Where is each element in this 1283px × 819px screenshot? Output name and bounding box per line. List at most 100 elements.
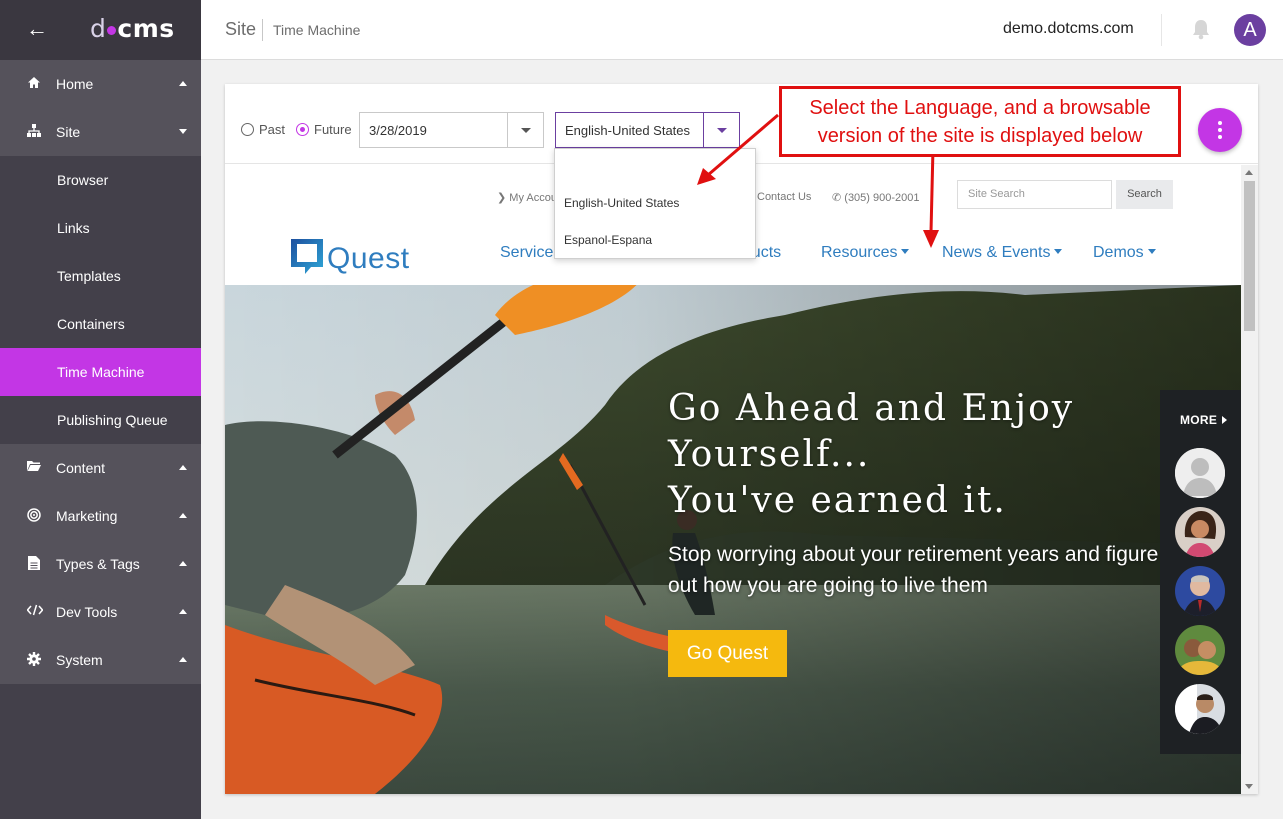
sidebar-item-containers[interactable]: Containers bbox=[0, 300, 201, 348]
site-selector[interactable]: demo.dotcms.com bbox=[1003, 20, 1134, 38]
hero-subtitle-line: Stop worrying about your retirement year… bbox=[668, 543, 1159, 566]
caret-down-icon bbox=[1147, 249, 1156, 254]
chevron-down-icon bbox=[717, 128, 727, 133]
folder-icon bbox=[27, 460, 41, 474]
hero-title: Go Ahead and Enjoy Yourself... You've ea… bbox=[668, 386, 1188, 524]
date-picker[interactable]: 3/28/2019 bbox=[359, 112, 544, 148]
sidebar-item-time-machine[interactable]: Time Machine bbox=[0, 348, 201, 396]
nav-resources[interactable]: Resources bbox=[821, 244, 910, 262]
future-label: Future bbox=[314, 122, 352, 137]
breadcrumb-section: Site bbox=[225, 19, 257, 39]
language-value: English-United States bbox=[565, 123, 691, 138]
date-dropdown-button[interactable] bbox=[507, 113, 543, 147]
past-radio[interactable] bbox=[241, 123, 254, 136]
nav-demos[interactable]: Demos bbox=[1093, 244, 1156, 262]
persona-photo bbox=[1175, 566, 1225, 616]
back-arrow-icon[interactable]: ← bbox=[26, 18, 48, 40]
sidebar-item-label: Links bbox=[57, 220, 90, 236]
user-avatar[interactable]: A bbox=[1234, 14, 1266, 46]
file-icon bbox=[27, 556, 41, 570]
quest-logo-icon bbox=[291, 239, 323, 274]
scroll-up-icon[interactable] bbox=[1245, 170, 1253, 175]
language-select[interactable]: English-United States bbox=[555, 112, 740, 148]
gear-icon bbox=[27, 652, 41, 666]
hero-title-line: Go Ahead and Enjoy bbox=[668, 388, 1075, 429]
persona-businessman[interactable] bbox=[1175, 684, 1225, 734]
chevron-down-icon bbox=[179, 129, 187, 134]
quest-logo-text: Quest bbox=[327, 242, 410, 275]
site-search-input[interactable]: Site Search bbox=[957, 180, 1112, 209]
past-label: Past bbox=[259, 122, 286, 137]
preview-scrollbar[interactable] bbox=[1241, 165, 1258, 794]
language-option-spanish[interactable]: Espanol-Espana bbox=[564, 233, 652, 247]
sidebar-item-marketing[interactable]: Marketing bbox=[0, 492, 201, 540]
annotation-line: Select the Language, and a browsable bbox=[809, 97, 1151, 119]
language-option-english[interactable]: English-United States bbox=[564, 196, 679, 210]
sidebar-item-types-tags[interactable]: Types & Tags bbox=[0, 540, 201, 588]
sidebar-item-browser[interactable]: Browser bbox=[0, 156, 201, 204]
go-quest-button[interactable]: Go Quest bbox=[668, 630, 787, 677]
dotcms-logo: d cms bbox=[90, 14, 175, 43]
sitemap-icon bbox=[27, 124, 41, 138]
phone-number: (305) 900-2001 bbox=[844, 192, 920, 204]
nav-services[interactable]: Services bbox=[500, 244, 561, 262]
sidebar-item-label: Dev Tools bbox=[56, 604, 118, 620]
phone-link[interactable]: ✆ (305) 900-2001 bbox=[832, 191, 920, 204]
contact-us-link[interactable]: Contact Us bbox=[757, 191, 811, 203]
sidebar-item-label: Templates bbox=[57, 268, 121, 284]
nav-news-events-label: News & Events bbox=[942, 244, 1051, 261]
quest-logo[interactable]: Quest bbox=[291, 239, 409, 280]
nav-resources-label: Resources bbox=[821, 244, 898, 261]
sidebar-item-system[interactable]: System bbox=[0, 636, 201, 684]
sidebar-item-links[interactable]: Links bbox=[0, 204, 201, 252]
sidebar-item-label: Time Machine bbox=[57, 364, 145, 380]
sidebar-item-publishing-queue[interactable]: Publishing Queue bbox=[0, 396, 201, 444]
site-preview: ❯ My Accou Contact Us ✆ (305) 900-2001 S… bbox=[225, 165, 1258, 794]
toolbar-divider bbox=[1161, 14, 1162, 46]
my-account-label: My Accou bbox=[509, 192, 557, 204]
bell-icon[interactable] bbox=[1191, 18, 1211, 40]
sidebar-item-label: Types & Tags bbox=[56, 556, 140, 572]
chevron-up-icon bbox=[179, 465, 187, 470]
persona-man-suit[interactable] bbox=[1175, 566, 1225, 616]
sidebar-item-label: System bbox=[56, 652, 103, 668]
sidebar-item-label: Site bbox=[56, 124, 81, 140]
code-icon bbox=[26, 604, 44, 618]
breadcrumb-divider bbox=[262, 19, 263, 41]
sidebar-item-dev-tools[interactable]: Dev Tools bbox=[0, 588, 201, 636]
actions-menu-button[interactable] bbox=[1198, 108, 1242, 152]
persona-couple[interactable] bbox=[1175, 625, 1225, 675]
phone-icon: ✆ bbox=[832, 192, 842, 204]
chevron-up-icon bbox=[179, 561, 187, 566]
top-bar: Site Time Machine demo.dotcms.com A bbox=[201, 0, 1283, 60]
future-radio[interactable] bbox=[296, 123, 309, 136]
site-search-button[interactable]: Search bbox=[1116, 180, 1173, 209]
language-dropdown-button[interactable] bbox=[703, 113, 739, 147]
more-personas-panel: MORE bbox=[1160, 390, 1241, 754]
sidebar-item-content[interactable]: Content bbox=[0, 444, 201, 492]
annotation-line: version of the site is displayed below bbox=[817, 125, 1143, 147]
sidebar-item-site[interactable]: Site bbox=[0, 108, 201, 156]
my-account-link[interactable]: ❯ My Accou bbox=[497, 191, 557, 204]
user-silhouette-icon bbox=[1175, 448, 1225, 498]
hero-title-line: Yourself... bbox=[668, 434, 871, 475]
sidebar-item-label: Browser bbox=[57, 172, 109, 188]
hero-subtitle-line: out how you are going to live them bbox=[668, 574, 988, 597]
sidebar: ← d cms Home Site Browser Links Templates… bbox=[0, 0, 201, 819]
nav-news-events[interactable]: News & Events bbox=[942, 244, 1063, 262]
persona-photo bbox=[1175, 507, 1225, 557]
sidebar-item-home[interactable]: Home bbox=[0, 60, 201, 108]
persona-default[interactable] bbox=[1175, 448, 1225, 498]
sidebar-item-label: Publishing Queue bbox=[57, 412, 168, 428]
sidebar-item-label: Content bbox=[56, 460, 106, 476]
persona-woman[interactable] bbox=[1175, 507, 1225, 557]
more-label[interactable]: MORE bbox=[1180, 413, 1217, 427]
kebab-dot bbox=[1218, 135, 1222, 139]
date-value: 3/28/2019 bbox=[369, 123, 427, 138]
scroll-down-icon[interactable] bbox=[1245, 784, 1253, 789]
scrollbar-thumb[interactable] bbox=[1244, 181, 1255, 331]
sidebar-item-templates[interactable]: Templates bbox=[0, 252, 201, 300]
hero-title-line: You've earned it. bbox=[668, 480, 1007, 521]
chevron-up-icon bbox=[179, 81, 187, 86]
kebab-dot bbox=[1218, 121, 1222, 125]
